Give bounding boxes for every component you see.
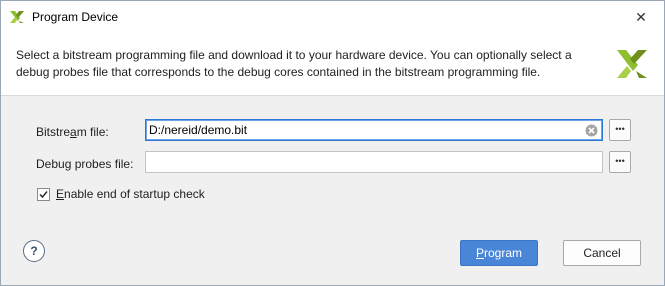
- debug-probes-file-input[interactable]: [149, 154, 579, 170]
- app-logo-icon: [10, 11, 24, 23]
- checkmark-icon: [39, 191, 48, 199]
- xilinx-logo-icon: [617, 50, 647, 78]
- ellipsis-icon: •••: [615, 123, 625, 134]
- title-bar[interactable]: Program Device ✕: [1, 1, 664, 33]
- close-icon: ✕: [635, 8, 647, 25]
- bitstream-browse-button[interactable]: •••: [609, 119, 631, 141]
- startup-check-label[interactable]: Enable end of startup check: [56, 187, 205, 201]
- dialog-header: Select a bitstream programming file and …: [1, 33, 664, 96]
- program-device-dialog: Program Device ✕ Select a bitstream prog…: [0, 0, 665, 286]
- help-button[interactable]: ?: [23, 240, 45, 262]
- ellipsis-icon: •••: [615, 155, 625, 166]
- debug-probes-file-field[interactable]: [145, 151, 603, 173]
- program-button[interactable]: Program: [460, 240, 538, 266]
- debug-probes-file-label: Debug probes file:: [36, 157, 134, 171]
- cancel-button[interactable]: Cancel: [563, 240, 641, 266]
- startup-check-checkbox[interactable]: [37, 188, 50, 201]
- close-button[interactable]: ✕: [618, 1, 664, 33]
- bitstream-file-label: Bitstream file:: [36, 125, 109, 139]
- window-title: Program Device: [32, 10, 119, 24]
- debug-probes-browse-button[interactable]: •••: [609, 151, 631, 173]
- program-button-label: Program: [475, 246, 523, 260]
- clear-icon[interactable]: [585, 124, 598, 137]
- question-mark-icon: ?: [30, 244, 38, 258]
- dialog-description: Select a bitstream programming file and …: [16, 48, 572, 79]
- bitstream-file-field[interactable]: [145, 119, 603, 141]
- bitstream-file-input[interactable]: [149, 122, 579, 138]
- cancel-button-label: Cancel: [583, 246, 621, 260]
